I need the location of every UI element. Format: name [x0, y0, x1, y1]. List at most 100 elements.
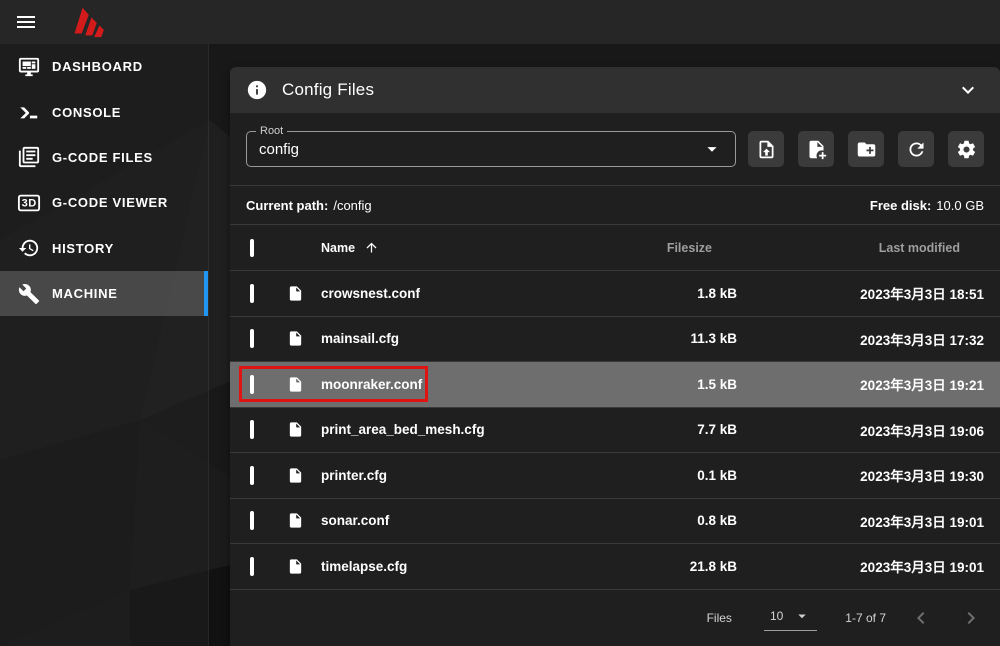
- chevron-left-icon: [909, 606, 933, 630]
- file-modified: 2023年3月3日 17:32: [750, 329, 1000, 349]
- file-size: 11.3 kB: [640, 331, 750, 346]
- free-disk-label: Free disk:: [870, 198, 931, 213]
- top-app-bar: [0, 0, 1000, 44]
- dropdown-caret-icon: [793, 607, 811, 625]
- file-icon: [287, 285, 304, 302]
- history-icon: [17, 236, 41, 260]
- chevron-down-icon: [956, 78, 980, 102]
- table-row[interactable]: printer.cfg 0.1 kB 2023年3月3日 19:30: [230, 453, 1000, 499]
- column-header-filesize[interactable]: Filesize: [640, 241, 750, 255]
- sidebar-item-machine[interactable]: MACHINE: [0, 271, 208, 316]
- sidebar-item-label: G-CODE FILES: [52, 150, 153, 165]
- panel-header: Config Files: [230, 67, 1000, 113]
- file-name: printer.cfg: [321, 468, 640, 483]
- create-file-button[interactable]: [798, 131, 834, 167]
- file-modified: 2023年3月3日 19:21: [750, 374, 1000, 394]
- settings-button[interactable]: [948, 131, 984, 167]
- sidebar-item-gcode-viewer[interactable]: 3D G-CODE VIEWER: [0, 180, 208, 225]
- file-modified: 2023年3月3日 19:01: [750, 511, 1000, 531]
- info-icon[interactable]: [246, 79, 268, 101]
- console-icon: [17, 100, 41, 124]
- navigation-drawer: DASHBOARD CONSOLE G-CODE FILES 3D G-CODE…: [0, 44, 209, 646]
- sidebar-item-label: HISTORY: [52, 241, 114, 256]
- hamburger-menu-icon[interactable]: [6, 2, 46, 42]
- refresh-button[interactable]: [898, 131, 934, 167]
- folder-plus-icon: [856, 139, 877, 160]
- file-modified: 2023年3月3日 19:01: [750, 556, 1000, 576]
- current-path: Current path: /config: [246, 198, 372, 213]
- row-checkbox[interactable]: [250, 557, 254, 576]
- per-page-value: 10: [770, 609, 783, 623]
- table-row[interactable]: crowsnest.conf 1.8 kB 2023年3月3日 18:51: [230, 271, 1000, 317]
- mainsail-logo-icon[interactable]: [64, 6, 110, 38]
- table-footer: Files 10 1-7 of 7: [230, 590, 1000, 646]
- gcode-files-icon: [17, 145, 41, 169]
- file-icon: [287, 376, 304, 393]
- column-header-last-modified[interactable]: Last modified: [750, 241, 1000, 255]
- row-checkbox[interactable]: [250, 511, 254, 530]
- sidebar-item-console[interactable]: CONSOLE: [0, 89, 208, 134]
- chevron-right-icon: [959, 606, 983, 630]
- table-row[interactable]: print_area_bed_mesh.cfg 7.7 kB 2023年3月3日…: [230, 408, 1000, 454]
- free-disk-value: 10.0 GB: [936, 198, 984, 213]
- root-select[interactable]: Root config: [246, 131, 736, 167]
- row-checkbox[interactable]: [250, 284, 254, 303]
- file-icon: [287, 467, 304, 484]
- sidebar-item-label: MACHINE: [52, 286, 118, 301]
- table-header-row: Name Filesize Last modified: [230, 225, 1000, 271]
- file-name: timelapse.cfg: [321, 559, 640, 574]
- refresh-icon: [906, 139, 927, 160]
- row-checkbox[interactable]: [250, 375, 254, 394]
- current-path-label: Current path:: [246, 198, 328, 213]
- file-size: 7.7 kB: [640, 422, 750, 437]
- root-select-value: config: [259, 141, 299, 158]
- row-checkbox[interactable]: [250, 329, 254, 348]
- file-size: 0.1 kB: [640, 468, 750, 483]
- column-header-name[interactable]: Name: [321, 240, 640, 255]
- create-folder-button[interactable]: [848, 131, 884, 167]
- sidebar-item-dashboard[interactable]: DASHBOARD: [0, 44, 208, 89]
- gear-icon: [956, 139, 977, 160]
- file-modified: 2023年3月3日 19:06: [750, 420, 1000, 440]
- file-plus-icon: [806, 139, 827, 160]
- current-path-value: /config: [333, 198, 371, 213]
- row-checkbox[interactable]: [250, 420, 254, 439]
- file-modified: 2023年3月3日 19:30: [750, 465, 1000, 485]
- collapse-panel-button[interactable]: [952, 74, 984, 106]
- sort-ascending-icon: [364, 240, 379, 255]
- table-row[interactable]: mainsail.cfg 11.3 kB 2023年3月3日 17:32: [230, 317, 1000, 363]
- files-per-page-label: Files: [707, 611, 732, 625]
- file-size: 21.8 kB: [640, 559, 750, 574]
- sidebar-item-label: DASHBOARD: [52, 59, 143, 74]
- per-page-select[interactable]: 10: [764, 605, 817, 631]
- pagination-range: 1-7 of 7: [845, 611, 886, 625]
- row-checkbox[interactable]: [250, 466, 254, 485]
- sidebar-item-history[interactable]: HISTORY: [0, 226, 208, 271]
- table-row[interactable]: timelapse.cfg 21.8 kB 2023年3月3日 19:01: [230, 544, 1000, 590]
- dropdown-caret-icon: [701, 138, 723, 160]
- file-size: 1.5 kB: [640, 377, 750, 392]
- file-name: print_area_bed_mesh.cfg: [321, 422, 640, 437]
- previous-page-button[interactable]: [906, 603, 936, 633]
- file-modified: 2023年3月3日 18:51: [750, 283, 1000, 303]
- upload-file-button[interactable]: [748, 131, 784, 167]
- table-row-highlighted[interactable]: moonraker.conf 1.5 kB 2023年3月3日 19:21: [230, 362, 1000, 408]
- panel-toolbar: Root config: [230, 113, 1000, 185]
- file-name: moonraker.conf: [321, 377, 640, 392]
- root-select-label: Root: [256, 124, 287, 138]
- file-size: 1.8 kB: [640, 286, 750, 301]
- free-disk: Free disk: 10.0 GB: [870, 198, 984, 213]
- sidebar-item-gcode-files[interactable]: G-CODE FILES: [0, 135, 208, 180]
- wrench-icon: [17, 282, 41, 306]
- file-name: mainsail.cfg: [321, 331, 640, 346]
- active-indicator: [204, 271, 208, 316]
- dashboard-monitor-icon: [17, 55, 41, 79]
- select-all-checkbox[interactable]: [250, 239, 254, 257]
- next-page-button[interactable]: [956, 603, 986, 633]
- table-row[interactable]: sonar.conf 0.8 kB 2023年3月3日 19:01: [230, 499, 1000, 545]
- file-icon: [287, 421, 304, 438]
- file-size: 0.8 kB: [640, 513, 750, 528]
- config-files-panel: Config Files Root config: [230, 67, 1000, 646]
- panel-title: Config Files: [282, 80, 374, 100]
- file-icon: [287, 330, 304, 347]
